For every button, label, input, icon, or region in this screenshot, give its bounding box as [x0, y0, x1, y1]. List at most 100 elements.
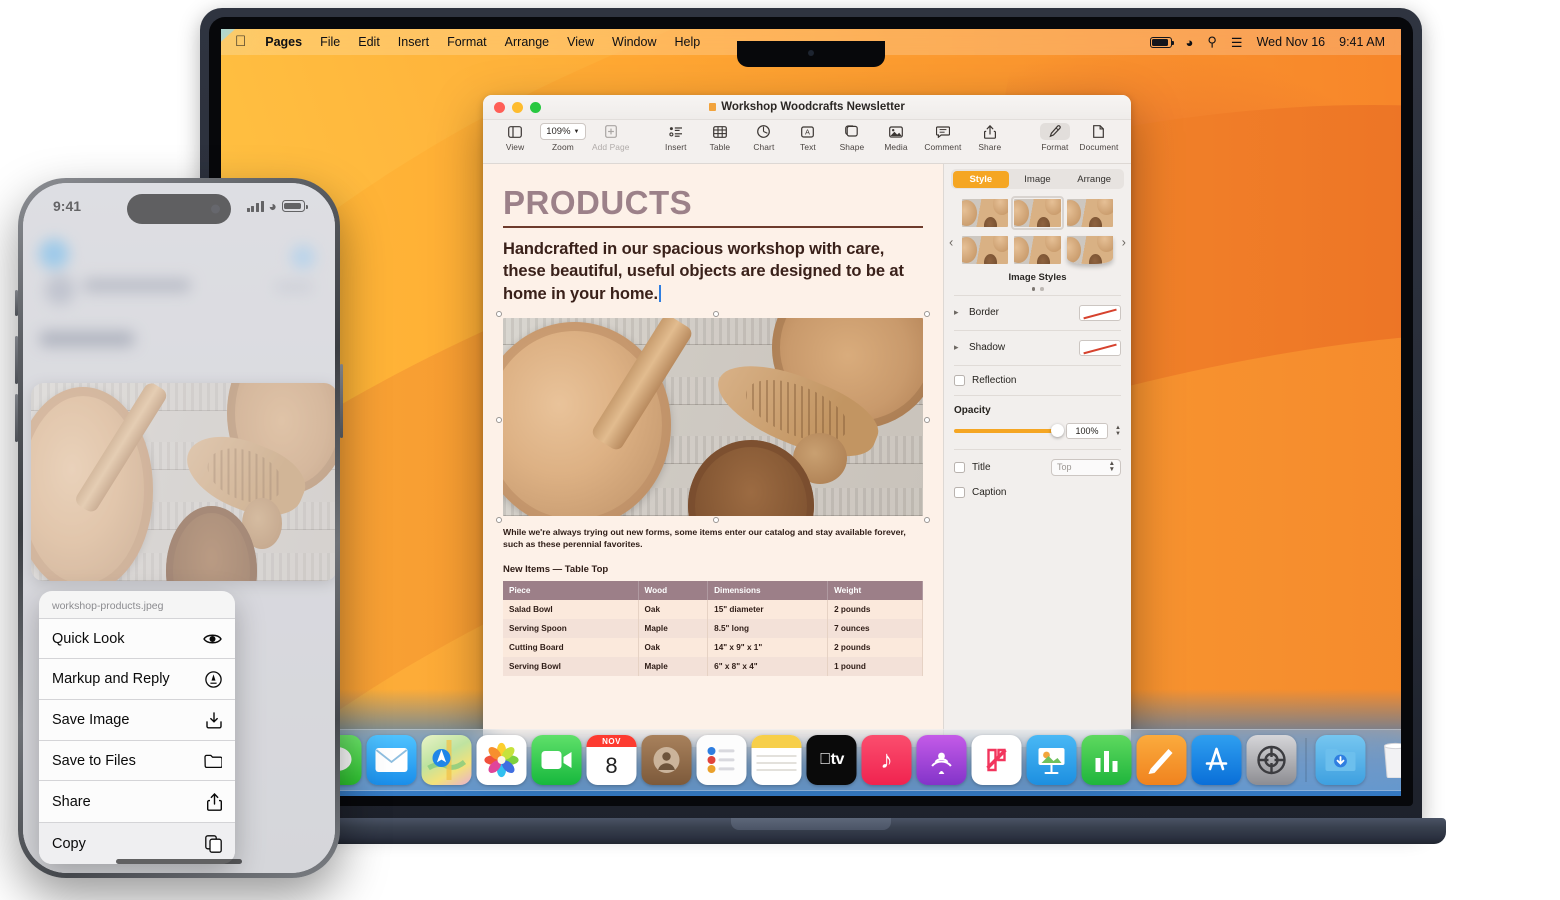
cell-piece[interactable]: Serving Spoon — [503, 619, 639, 639]
cell-wood[interactable]: Maple — [638, 619, 709, 639]
minimize-button[interactable] — [512, 101, 523, 113]
photos-icon[interactable] — [476, 735, 527, 785]
control-center-icon[interactable]: ☰ — [1231, 36, 1243, 49]
cell-weight[interactable]: 7 ounces — [827, 619, 923, 639]
format-inspector-panel[interactable]: Style Image Arrange ‹ › Image Styles ▸ B… — [943, 164, 1131, 747]
format-button[interactable]: Format — [1033, 123, 1077, 152]
document-button[interactable]: Document — [1077, 123, 1121, 152]
image-style-1[interactable] — [962, 199, 1009, 227]
table-button[interactable]: Table — [698, 123, 742, 152]
document-canvas[interactable]: PRODUCTS Handcrafted in our spacious wor… — [483, 164, 943, 747]
document-subheading[interactable]: New Items — Table Top — [503, 564, 923, 575]
border-row[interactable]: ▸ Border — [954, 294, 1121, 330]
comment-button[interactable]: Comment — [918, 123, 968, 152]
fullscreen-button[interactable] — [530, 101, 541, 113]
border-style-swatch[interactable] — [1079, 304, 1121, 321]
table-row[interactable]: Salad Bowl Oak 15" diameter 2 pounds — [503, 600, 923, 620]
handle-top-left[interactable] — [496, 310, 502, 317]
caption-row[interactable]: Caption — [954, 485, 1121, 507]
handle-middle-left[interactable] — [496, 416, 502, 423]
image-styles-section[interactable]: ‹ › Image Styles — [944, 189, 1131, 295]
title-checkbox[interactable] — [954, 461, 965, 473]
handle-top-right[interactable] — [924, 310, 930, 317]
zoom-control[interactable]: 109% ▼ Zoom — [537, 123, 589, 152]
power-button[interactable] — [340, 364, 343, 438]
title-row[interactable]: Title Top ▲ ▼ — [954, 448, 1121, 485]
opacity-value[interactable]: 100% — [1066, 422, 1109, 439]
page-dot-1[interactable] — [1031, 287, 1035, 291]
menu-item-edit[interactable]: Edit — [349, 29, 389, 55]
document-lead-paragraph[interactable]: Handcrafted in our spacious workshop wit… — [503, 238, 923, 304]
apple-logo-icon[interactable]:  — [231, 29, 256, 55]
cell-weight[interactable]: 1 pound — [827, 657, 923, 677]
menu-item-markup-and-reply[interactable]: Markup and Reply — [39, 659, 235, 700]
image-style-4[interactable] — [962, 236, 1009, 264]
share-button[interactable]: Share — [968, 123, 1012, 152]
table-row[interactable]: Cutting Board Oak 14" x 9" x 1" 2 pounds — [503, 638, 923, 658]
traffic-lights[interactable] — [483, 101, 541, 113]
chevron-right-icon[interactable]: ▸ — [954, 342, 962, 353]
menubar-date[interactable]: Wed Nov 16 — [1257, 35, 1326, 49]
volume-down-button[interactable] — [15, 394, 18, 442]
chevron-left-icon[interactable]: ‹ — [949, 234, 953, 249]
numbers-icon[interactable] — [1081, 735, 1132, 785]
column-header-wood[interactable]: Wood — [638, 581, 709, 601]
menu-item-quick-look[interactable]: Quick Look — [39, 619, 235, 659]
zoom-popup[interactable]: 109% ▼ — [540, 123, 586, 140]
document-body-paragraph[interactable]: While we're always trying out new forms,… — [503, 526, 923, 551]
handle-middle-right[interactable] — [924, 416, 930, 423]
chevron-right-icon[interactable]: ▸ — [954, 307, 962, 318]
apple-tv-icon[interactable]: tv — [806, 735, 857, 785]
opacity-slider[interactable] — [954, 424, 1065, 437]
podcasts-icon[interactable] — [916, 735, 967, 785]
reflection-row[interactable]: Reflection — [954, 364, 1121, 395]
column-header-dimensions[interactable]: Dimensions — [707, 581, 829, 601]
column-header-piece[interactable]: Piece — [503, 581, 639, 601]
menu-item-copy[interactable]: Copy — [39, 823, 235, 864]
opacity-slider-knob[interactable] — [1051, 424, 1065, 437]
contacts-icon[interactable] — [641, 735, 692, 785]
cell-piece[interactable]: Serving Bowl — [503, 657, 639, 677]
menu-item-save-image[interactable]: Save Image — [39, 700, 235, 741]
handle-bottom-right[interactable] — [924, 516, 930, 523]
downloads-folder-icon[interactable] — [1315, 735, 1366, 785]
close-button[interactable] — [494, 101, 505, 113]
document-heading[interactable]: PRODUCTS — [503, 185, 923, 220]
image-style-6[interactable] — [1066, 236, 1113, 264]
image-context-menu[interactable]: workshop-products.jpeg Quick Look Markup… — [39, 591, 235, 864]
opacity-row[interactable]: 100% ▲ ▼ — [954, 416, 1121, 449]
trash-icon[interactable] — [1371, 735, 1401, 785]
silent-switch[interactable] — [15, 290, 18, 316]
cell-wood[interactable]: Oak — [638, 638, 709, 658]
image-style-2[interactable] — [1011, 196, 1064, 230]
menu-item-arrange[interactable]: Arrange — [496, 29, 558, 55]
cell-piece[interactable]: Cutting Board — [503, 638, 639, 658]
facetime-icon[interactable] — [531, 735, 582, 785]
menu-item-window[interactable]: Window — [603, 29, 665, 55]
notes-icon[interactable] — [751, 735, 802, 785]
menu-item-view[interactable]: View — [558, 29, 603, 55]
cell-dimensions[interactable]: 15" diameter — [707, 600, 829, 620]
wifi-icon[interactable]: ◕ — [1186, 36, 1194, 49]
cell-weight[interactable]: 2 pounds — [827, 638, 923, 658]
cell-wood[interactable]: Oak — [638, 600, 709, 620]
menu-item-help[interactable]: Help — [665, 29, 709, 55]
cell-weight[interactable]: 2 pounds — [827, 600, 923, 620]
opacity-stepper[interactable]: ▲ ▼ — [1115, 425, 1121, 437]
chart-button[interactable]: Chart — [742, 123, 786, 152]
pages-icon[interactable] — [1136, 735, 1187, 785]
column-header-weight[interactable]: Weight — [827, 581, 923, 601]
styles-page-dots[interactable] — [950, 287, 1125, 291]
menu-item-pages[interactable]: Pages — [256, 29, 311, 55]
chevron-right-icon[interactable]: › — [1122, 234, 1126, 249]
system-settings-icon[interactable] — [1246, 735, 1297, 785]
view-button[interactable]: View — [493, 123, 537, 152]
page-dot-2[interactable] — [1040, 287, 1044, 291]
volume-up-button[interactable] — [15, 336, 18, 384]
image-style-5[interactable] — [1014, 236, 1061, 264]
menu-item-share[interactable]: Share — [39, 781, 235, 823]
handle-top-center[interactable] — [713, 310, 719, 317]
dock[interactable]: NOV 8 tv — [221, 729, 1401, 791]
shape-button[interactable]: Shape — [830, 123, 874, 152]
table-row[interactable]: Serving Spoon Maple 8.5" long 7 ounces — [503, 619, 923, 639]
